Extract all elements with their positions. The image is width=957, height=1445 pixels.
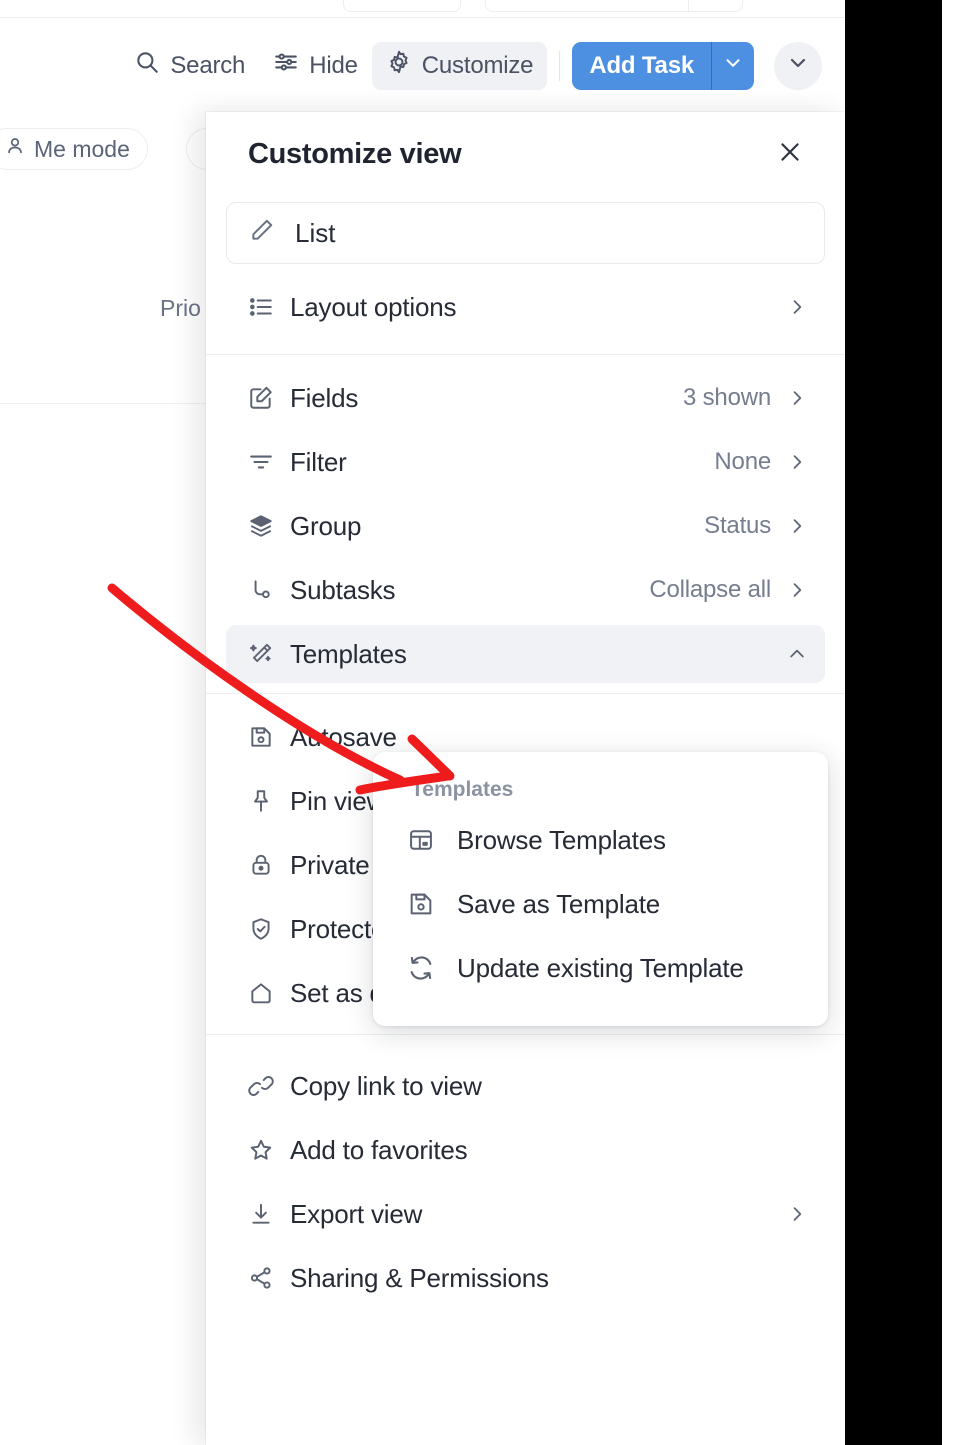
fields-row[interactable]: Fields 3 shown — [226, 369, 825, 427]
chip-me-mode[interactable]: Me mode — [0, 128, 148, 170]
group-label: Group — [290, 510, 362, 541]
export-view-label: Export view — [290, 1198, 423, 1229]
top-partial-pill-1[interactable] — [343, 0, 461, 12]
chevron-right-icon — [787, 388, 807, 408]
chevron-right-icon — [787, 452, 807, 472]
chevron-up-icon — [787, 644, 807, 664]
subtasks-value: Collapse all — [649, 576, 771, 603]
lock-icon — [248, 852, 290, 878]
refresh-icon — [407, 954, 457, 982]
layers-icon — [248, 513, 290, 539]
fields-label: Fields — [290, 382, 359, 413]
search-icon — [134, 49, 160, 82]
floppy-disk-icon — [407, 890, 457, 918]
templates-submenu-heading: Templates — [411, 778, 514, 801]
fields-value: 3 shown — [683, 384, 771, 411]
chevron-right-icon — [787, 297, 807, 317]
share-icon — [248, 1265, 290, 1291]
autosave-label: Autosave — [290, 721, 397, 752]
top-partial-controls — [0, 0, 845, 12]
edit-square-icon — [248, 385, 290, 411]
templates-row[interactable]: Templates — [226, 625, 825, 683]
export-view-row[interactable]: Export view — [226, 1185, 825, 1243]
view-actions-section: Copy link to view Add to favorites Expor… — [206, 1035, 845, 1325]
filter-row[interactable]: Filter None — [226, 433, 825, 491]
chevron-down-icon — [786, 51, 810, 80]
browse-template-icon — [407, 826, 457, 854]
save-as-template-item[interactable]: Save as Template — [373, 872, 828, 936]
customize-button-label: Customize — [421, 51, 534, 79]
subtasks-row[interactable]: Subtasks Collapse all — [226, 561, 825, 619]
right-black-gutter — [845, 0, 942, 1445]
add-task-dropdown-button[interactable] — [712, 42, 754, 90]
subtask-icon — [248, 577, 290, 603]
close-icon — [777, 139, 803, 170]
add-to-favorites-row[interactable]: Add to favorites — [226, 1121, 825, 1179]
gear-icon — [386, 49, 412, 82]
templates-label: Templates — [290, 638, 407, 669]
save-as-template-label: Save as Template — [457, 888, 660, 919]
column-header-priority: Prio — [160, 295, 201, 321]
view-name-field[interactable]: List — [226, 202, 825, 264]
chevron-right-icon — [787, 516, 807, 536]
star-icon — [248, 1137, 290, 1163]
browse-templates-label: Browse Templates — [457, 824, 666, 855]
person-icon — [4, 135, 26, 163]
group-row[interactable]: Group Status — [226, 497, 825, 555]
subtasks-label: Subtasks — [290, 574, 396, 605]
close-button[interactable] — [775, 139, 805, 169]
chevron-right-icon — [787, 1204, 807, 1224]
view-settings-section: Fields 3 shown Filter None Group Status … — [206, 355, 845, 693]
view-name-label: List — [295, 217, 336, 248]
hide-button-label: Hide — [309, 51, 358, 79]
filter-value: None — [714, 448, 771, 475]
pencil-icon — [249, 217, 275, 250]
add-to-favorites-label: Add to favorites — [290, 1134, 468, 1165]
add-task-button[interactable]: Add Task — [572, 42, 711, 90]
customize-view-header: Customize view — [206, 112, 845, 196]
layout-options-row[interactable]: Layout options — [226, 278, 825, 336]
filter-icon — [248, 449, 290, 475]
chevron-down-icon — [722, 52, 744, 79]
right-white-edge — [942, 0, 957, 1445]
browse-templates-item[interactable]: Browse Templates — [373, 808, 828, 872]
home-icon — [248, 980, 290, 1006]
update-existing-template-item[interactable]: Update existing Template — [373, 936, 828, 1000]
hide-button[interactable]: Hide — [259, 42, 372, 90]
layout-options-label: Layout options — [290, 291, 457, 322]
link-icon — [248, 1073, 290, 1099]
view-toolbar: Search Hide Customize Add Task — [0, 18, 845, 113]
sharing-permissions-row[interactable]: Sharing & Permissions — [226, 1249, 825, 1307]
templates-submenu: Templates Browse Templates Save as Templ… — [373, 752, 828, 1026]
top-partial-pill-2[interactable] — [485, 0, 743, 12]
copy-link-label: Copy link to view — [290, 1070, 482, 1101]
sliders-icon — [273, 49, 299, 82]
copy-link-row[interactable]: Copy link to view — [226, 1057, 825, 1115]
download-icon — [248, 1201, 290, 1227]
view-type-section: List Layout options — [206, 196, 845, 354]
toolbar-separator — [559, 50, 561, 81]
add-task-button-group[interactable]: Add Task — [572, 41, 754, 90]
update-existing-template-label: Update existing Template — [457, 952, 744, 983]
more-options-button[interactable] — [774, 41, 822, 90]
chip-me-mode-label: Me mode — [34, 135, 130, 162]
page-title: Customize view — [248, 137, 462, 170]
magic-wand-icon — [248, 641, 290, 667]
top-partial-divider — [688, 0, 689, 12]
customize-button[interactable]: Customize — [371, 41, 548, 90]
search-button-label: Search — [170, 51, 246, 79]
search-button[interactable]: Search — [120, 42, 259, 90]
shield-check-icon — [248, 916, 290, 942]
sharing-permissions-label: Sharing & Permissions — [290, 1262, 549, 1293]
filter-label: Filter — [290, 446, 347, 477]
group-value: Status — [704, 512, 771, 539]
list-icon — [248, 294, 290, 320]
floppy-disk-icon — [248, 724, 290, 750]
pin-icon — [248, 788, 290, 814]
chevron-right-icon — [787, 580, 807, 600]
screenshot-root: Search Hide Customize Add Task Me mode P… — [0, 0, 957, 1445]
